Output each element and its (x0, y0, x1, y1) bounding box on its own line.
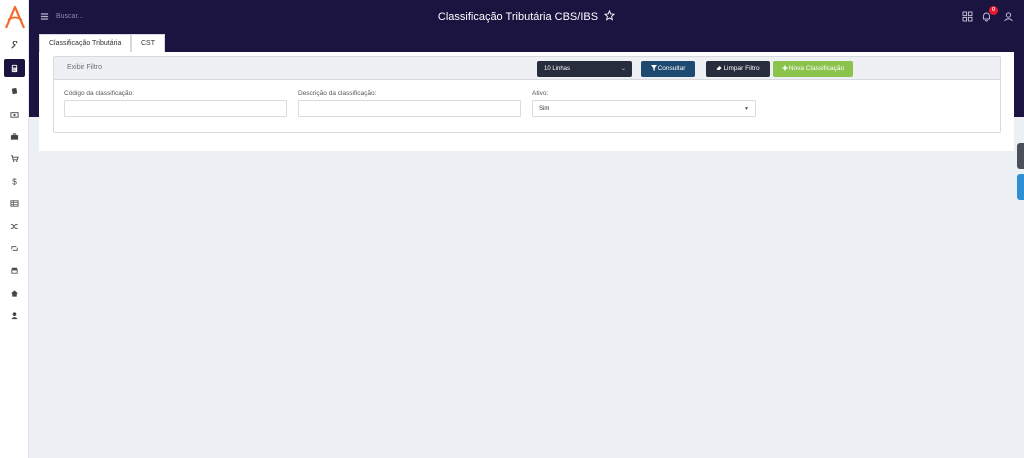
book-icon[interactable] (4, 82, 25, 100)
money-icon[interactable] (4, 105, 25, 123)
new-classification-button[interactable]: Nova Classificação (773, 61, 853, 77)
clear-filter-button[interactable]: Limpar Filtro (706, 61, 770, 77)
retweet-icon[interactable] (4, 239, 25, 257)
favorite-star-icon[interactable] (604, 10, 616, 21)
description-input[interactable] (298, 100, 521, 117)
tab-cst[interactable]: CST (131, 34, 165, 52)
user-profile-icon[interactable] (1003, 11, 1014, 22)
calculator-icon[interactable] (4, 59, 25, 77)
right-edge-panel-tab[interactable] (1017, 143, 1024, 169)
page-title-text: Classificação Tributária CBS/IBS (437, 11, 599, 23)
consult-button-label: Consultar (657, 65, 686, 72)
filter-header: Exibir Filtro 10 Linhas ⌄ Consultar Limp… (54, 57, 1000, 80)
new-classification-button-label: Nova Classificação (788, 65, 845, 72)
filter-icon (650, 65, 657, 71)
consult-button[interactable]: Consultar (641, 61, 695, 77)
user-icon[interactable] (4, 306, 25, 324)
dollar-icon[interactable]: $ (4, 172, 25, 190)
page-size-value: 10 Linhas (544, 66, 571, 72)
left-sidebar: $ (0, 0, 29, 458)
active-label: Ativo: (532, 90, 549, 97)
briefcase-icon[interactable] (4, 127, 25, 145)
code-label: Código da classificação: (64, 90, 135, 97)
store-icon[interactable] (4, 261, 25, 279)
top-navbar: Classificação Tributária CBS/IBS 0 (29, 0, 1024, 33)
table-icon[interactable] (4, 194, 25, 212)
app-logo[interactable] (3, 4, 27, 30)
page-title: Classificação Tributária CBS/IBS (29, 10, 1024, 23)
description-label: Descrição da classificação: (298, 90, 377, 97)
apps-grid-icon[interactable] (962, 11, 973, 22)
code-input[interactable] (64, 100, 287, 117)
content-panel: Exibir Filtro 10 Linhas ⌄ Consultar Limp… (39, 52, 1014, 151)
chevron-down-icon: ⌄ (620, 66, 626, 72)
page-size-select[interactable]: 10 Linhas ⌄ (537, 61, 632, 77)
home-icon[interactable] (4, 284, 25, 302)
plus-icon (782, 65, 788, 71)
active-select-value: Sim (539, 106, 550, 112)
wrench-icon[interactable] (4, 36, 25, 54)
svg-text:$: $ (12, 177, 17, 185)
cart-icon[interactable] (4, 149, 25, 167)
eraser-icon (716, 66, 722, 70)
clear-filter-button-label: Limpar Filtro (723, 65, 760, 72)
shuffle-icon[interactable] (4, 217, 25, 235)
tab-classificacao-tributaria[interactable]: Classificação Tributária (39, 34, 132, 52)
right-edge-help-tab[interactable] (1017, 174, 1024, 200)
active-select[interactable]: Sim ▼ (532, 100, 756, 117)
filter-toggle[interactable]: Exibir Filtro (67, 64, 102, 71)
caret-down-icon: ▼ (744, 106, 749, 112)
filter-box: Exibir Filtro 10 Linhas ⌄ Consultar Limp… (53, 56, 1001, 133)
notification-badge: 0 (989, 6, 998, 15)
